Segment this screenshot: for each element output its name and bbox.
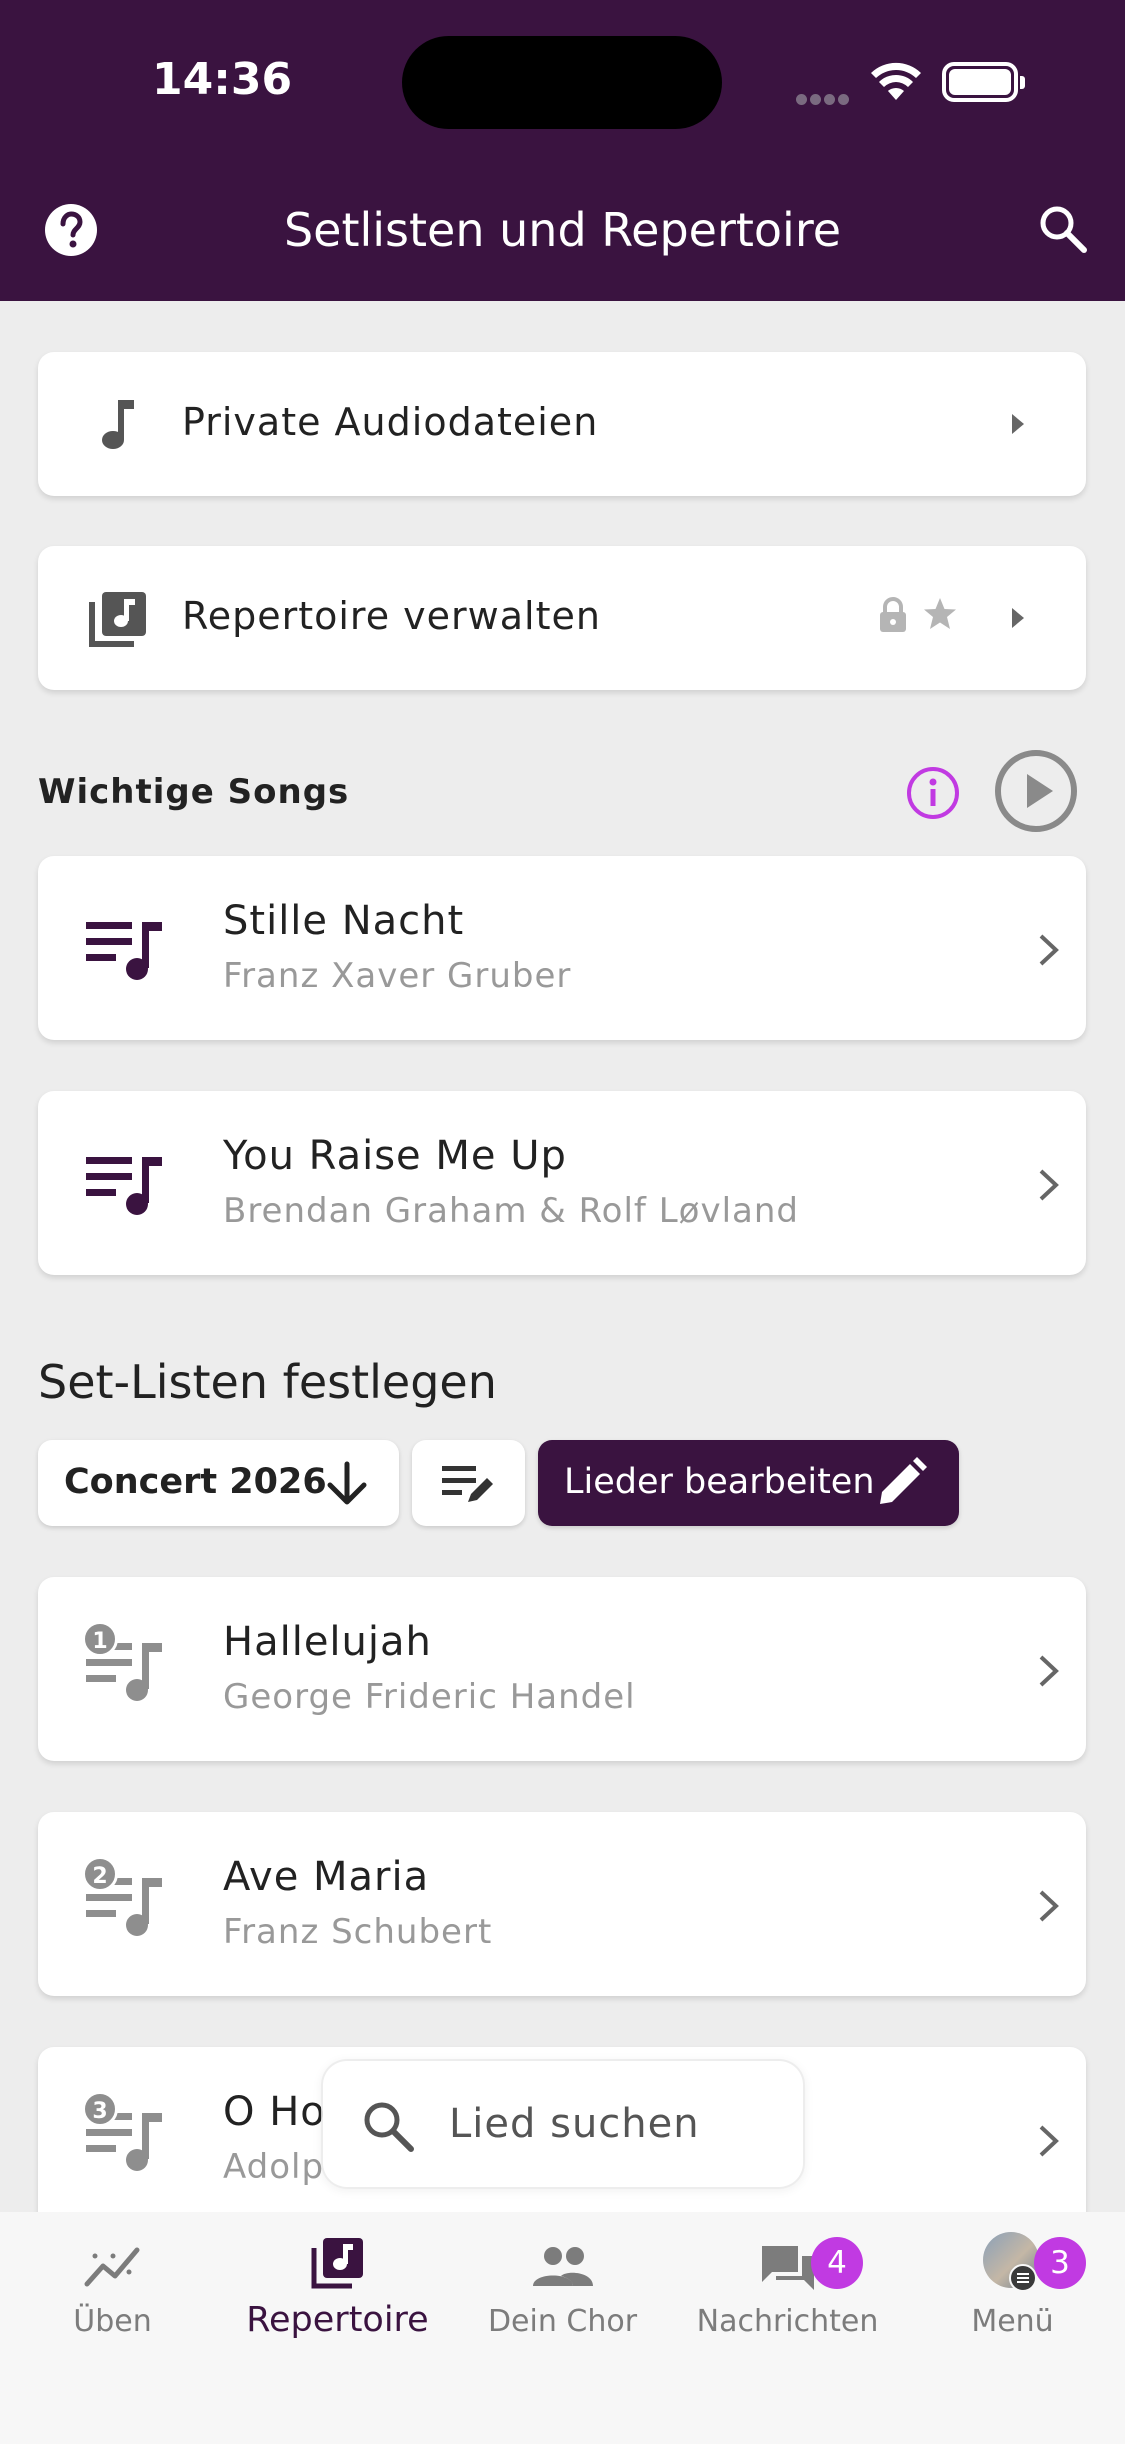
- bottom-tab-bar: Üben Repertoire Dein Chor Nachrichten Me…: [0, 2212, 1125, 2444]
- app-header: 14:36 Setlisten und Repertoire: [0, 0, 1125, 301]
- music-library-icon: [311, 2238, 363, 2289]
- setlist-selected-label: Concert 2026: [64, 1462, 327, 1502]
- menu-icon: [1009, 2264, 1037, 2292]
- page-title: Setlisten und Repertoire: [283, 203, 842, 257]
- song-title: You Raise Me Up: [223, 1133, 567, 1179]
- play-all-icon[interactable]: [993, 748, 1079, 834]
- setlist-song-card[interactable]: 1 Hallelujah George Frideric Handel: [38, 1577, 1086, 1761]
- song-composer: Franz Xaver Gruber: [223, 956, 572, 996]
- search-icon[interactable]: [1038, 204, 1088, 254]
- setlist-song-card[interactable]: 2 Ave Maria Franz Schubert: [38, 1812, 1086, 1996]
- position-badge: 1: [82, 1621, 118, 1657]
- important-songs-label: Wichtige Songs: [38, 772, 350, 812]
- playlist-music-icon: [86, 922, 162, 980]
- song-title: Hallelujah: [223, 1619, 432, 1665]
- music-library-icon: [89, 592, 146, 647]
- song-title: Stille Nacht: [223, 898, 465, 944]
- important-song-card[interactable]: You Raise Me Up Brendan Graham & Rolf Lø…: [38, 1091, 1086, 1275]
- star-icon: [924, 598, 956, 629]
- position-badge: 2: [82, 1856, 118, 1892]
- manage-repertoire-label: Repertoire verwalten: [182, 594, 601, 638]
- edit-songs-label: Lieder bearbeiten: [564, 1462, 875, 1502]
- info-icon[interactable]: [905, 765, 961, 821]
- tab-nachrichten[interactable]: Nachrichten: [675, 2212, 900, 2342]
- manage-repertoire-row[interactable]: Repertoire verwalten: [38, 546, 1086, 690]
- song-title: O Ho: [223, 2089, 326, 2135]
- caret-right-icon: [1012, 608, 1024, 628]
- setlist-heading: Set-Listen festlegen: [38, 1355, 497, 1409]
- song-composer: Adolp: [223, 2147, 325, 2187]
- song-composer: Brendan Graham & Rolf Løvland: [223, 1191, 799, 1231]
- position-badge: 3: [82, 2091, 118, 2127]
- wifi-icon: [871, 62, 921, 100]
- arrow-down-icon: [327, 1461, 367, 1505]
- tab-label: Nachrichten: [696, 2304, 879, 2339]
- caret-right-icon: [1012, 414, 1024, 434]
- search-icon: [364, 2102, 414, 2152]
- song-title: Ave Maria: [223, 1854, 430, 1900]
- important-song-card[interactable]: Stille Nacht Franz Xaver Gruber: [38, 856, 1086, 1040]
- menu-badge: 3: [1034, 2237, 1086, 2289]
- status-indicators: [796, 58, 1026, 108]
- tab-label: Repertoire: [246, 2300, 429, 2340]
- edit-setlist-button[interactable]: [412, 1440, 525, 1526]
- playlist-music-icon: [86, 1157, 162, 1215]
- chevron-right-icon: [1039, 1169, 1059, 1201]
- song-search-label: Lied suchen: [449, 2101, 700, 2147]
- chart-line-icon: [84, 2247, 139, 2287]
- tab-label: Dein Chor: [487, 2304, 638, 2339]
- song-composer: George Frideric Handel: [223, 1677, 636, 1717]
- tab-label: Menü: [971, 2304, 1054, 2339]
- edit-songs-button[interactable]: Lieder bearbeiten: [538, 1440, 959, 1526]
- music-note-icon: [102, 400, 134, 449]
- status-time: 14:36: [152, 54, 293, 105]
- people-icon: [532, 2247, 593, 2286]
- tab-label: Üben: [73, 2304, 152, 2339]
- lock-icon: [880, 597, 906, 632]
- chevron-right-icon: [1039, 934, 1059, 966]
- edit-list-icon: [442, 1466, 493, 1502]
- private-audio-row[interactable]: Private Audiodateien: [38, 352, 1086, 496]
- messages-badge: 4: [811, 2237, 863, 2289]
- private-audio-label: Private Audiodateien: [182, 400, 599, 444]
- chevron-right-icon: [1039, 2125, 1059, 2157]
- setlist-selector[interactable]: Concert 2026: [38, 1440, 399, 1526]
- battery-icon: [942, 62, 1025, 102]
- chevron-right-icon: [1039, 1890, 1059, 1922]
- pencil-icon: [880, 1457, 927, 1504]
- dynamic-island: [402, 36, 722, 129]
- song-composer: Franz Schubert: [223, 1912, 493, 1952]
- tab-repertoire[interactable]: Repertoire: [225, 2212, 450, 2342]
- tab-dein-chor[interactable]: Dein Chor: [450, 2212, 675, 2342]
- tab-ueben[interactable]: Üben: [0, 2212, 225, 2342]
- chat-icon: [761, 2246, 814, 2290]
- signal-icon: [796, 90, 852, 109]
- chevron-right-icon: [1039, 1655, 1059, 1687]
- song-search-button[interactable]: Lied suchen: [321, 2059, 805, 2189]
